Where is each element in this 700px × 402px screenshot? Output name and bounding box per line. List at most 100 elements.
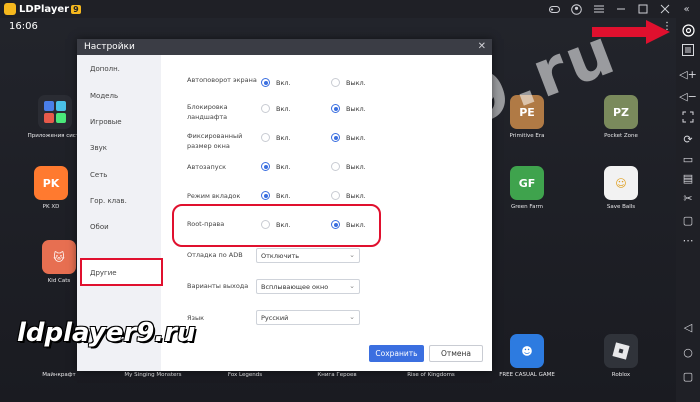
nav-item-wallpaper[interactable]: Обои	[90, 223, 109, 231]
adb-select[interactable]: Отключить ⌄	[256, 248, 360, 263]
radio-dot	[331, 220, 340, 229]
app-label: PK XD	[42, 204, 60, 210]
cancel-button[interactable]: Отмена	[429, 345, 483, 362]
app-free-casual-game[interactable]: ☻ FREE CASUAL GAME	[492, 334, 562, 378]
radio-landscape-on[interactable]: Вкл.	[261, 104, 291, 113]
account-icon[interactable]	[571, 3, 582, 15]
volume-down-icon[interactable]: ◁−	[679, 89, 697, 103]
ldplayer-logo-icon	[4, 3, 16, 15]
app-label: Rise of Kingdoms	[407, 372, 455, 378]
save-button[interactable]: Сохранить	[369, 345, 424, 362]
radio-label: Выкл.	[346, 78, 366, 87]
app-save-balls[interactable]: ☺ Save Balls	[586, 166, 656, 210]
radio-landscape-off[interactable]: Выкл.	[331, 104, 366, 113]
volume-up-icon[interactable]: ◁+	[679, 67, 697, 81]
language-value: Русский	[261, 313, 289, 322]
app-pk-xd[interactable]: PK PK XD	[16, 166, 86, 210]
radio-fixed-window-off[interactable]: Выкл.	[331, 133, 366, 142]
chevron-down-icon: ⌄	[349, 251, 355, 259]
app-label: Fox Legends	[227, 372, 263, 378]
free-casual-game-icon: ☻	[510, 334, 544, 368]
app-label: Save Balls	[606, 204, 636, 210]
radio-root-off[interactable]: Выкл.	[331, 220, 366, 229]
radio-tab-mode-on[interactable]: Вкл.	[261, 191, 291, 200]
radio-dot	[261, 220, 270, 229]
radio-autorotate-off[interactable]: Выкл.	[331, 78, 366, 87]
radio-dot	[331, 133, 340, 142]
recents-icon[interactable]: ▢	[681, 369, 695, 383]
status-clock: 16:06	[9, 21, 38, 32]
exit-options-select[interactable]: Всплывающее окно ⌄	[256, 279, 360, 294]
radio-tab-mode-off[interactable]: Выкл.	[331, 191, 366, 200]
nav-item-sound[interactable]: Звук	[90, 144, 107, 152]
dialog-header: Настройки ✕	[77, 39, 492, 55]
app-label: Майнкрафт	[42, 372, 76, 378]
kid-cats-icon: 🐱	[42, 240, 76, 274]
dialog-close-icon[interactable]: ✕	[478, 41, 486, 52]
nav-item-network[interactable]: Сеть	[90, 171, 107, 179]
radio-root-on[interactable]: Вкл.	[261, 220, 291, 229]
language-select[interactable]: Русский ⌄	[256, 310, 360, 325]
app-roblox[interactable]: Roblox	[586, 334, 656, 378]
app-pocket-zone[interactable]: PZ Pocket Zone	[586, 95, 656, 139]
app-label: Приложения систе	[27, 133, 83, 139]
right-toolbar: ◁+ ◁− ⟳ ▭ ▤ ✂ ▢ ⋯ ◁ ○ ▢	[676, 18, 700, 402]
chevron-down-icon: ⌄	[349, 313, 355, 321]
label-autorotate: Автоповорот экрана	[187, 76, 257, 84]
radio-dot	[261, 104, 270, 113]
app-label: My Singing Monsters	[124, 372, 182, 378]
radio-label: Вкл.	[276, 133, 291, 142]
screen-record-icon[interactable]: ▭	[681, 152, 695, 166]
radio-dot	[261, 78, 270, 87]
app-label: Roblox	[611, 372, 631, 378]
version-badge: 9	[71, 4, 81, 14]
label-tab-mode: Режим вкладок	[187, 192, 241, 200]
nav-item-hotkeys[interactable]: Гор. клав.	[90, 197, 127, 205]
minimize-icon[interactable]	[615, 4, 626, 15]
back-icon[interactable]: ◁	[681, 320, 695, 334]
radio-dot	[331, 104, 340, 113]
radio-fixed-window-on[interactable]: Вкл.	[261, 133, 291, 142]
apk-install-icon[interactable]: ▤	[681, 171, 695, 185]
settings-gear-icon[interactable]	[681, 23, 695, 37]
radio-dot	[261, 133, 270, 142]
app-label: Primitive Era	[509, 133, 545, 139]
label-fixed-window: Фиксированный размер окна	[187, 132, 243, 150]
radio-autostart-off[interactable]: Выкл.	[331, 162, 366, 171]
radio-label: Выкл.	[346, 104, 366, 113]
app-name: LDPlayer	[19, 3, 70, 15]
nav-item-other[interactable]: Другие	[90, 269, 117, 277]
fullscreen-icon[interactable]	[681, 110, 695, 124]
keyboard-mapping-icon[interactable]	[681, 43, 695, 57]
radio-label: Вкл.	[276, 162, 291, 171]
radio-label: Вкл.	[276, 78, 291, 87]
home-icon[interactable]: ○	[681, 345, 695, 359]
label-language: Язык	[187, 314, 205, 322]
radio-autostart-on[interactable]: Вкл.	[261, 162, 291, 171]
gamepad-icon[interactable]	[549, 4, 560, 15]
pk-xd-icon: PK	[34, 166, 68, 200]
nav-item-games[interactable]: Игровые	[90, 118, 122, 126]
adb-select-value: Отключить	[261, 251, 300, 260]
chevron-down-icon: ⌄	[349, 282, 355, 290]
app-label: Green Farm	[511, 204, 543, 210]
watermark-small: ldplayer9.ru	[17, 318, 196, 348]
rotate-icon[interactable]: ⟳	[681, 132, 695, 146]
cut-icon[interactable]: ✂	[681, 191, 695, 205]
maximize-icon[interactable]	[637, 4, 648, 15]
app-logo: LDPlayer 9	[4, 3, 81, 15]
app-grid-icon	[38, 95, 72, 129]
radio-autorotate-on[interactable]: Вкл.	[261, 78, 291, 87]
multi-window-icon[interactable]: ▢	[681, 213, 695, 227]
collapse-sidebar-icon[interactable]: «	[681, 4, 692, 15]
more-tools-icon[interactable]: ⋯	[681, 233, 695, 247]
nav-item-dopoln[interactable]: Дополн.	[90, 65, 120, 73]
nav-item-model[interactable]: Модель	[90, 92, 118, 100]
app-label: Kid Cats	[47, 278, 71, 284]
label-adb: Отладка по ADB	[187, 251, 243, 259]
menu-icon[interactable]	[593, 4, 604, 15]
roblox-icon	[604, 334, 638, 368]
app-green-farm[interactable]: GF Green Farm	[492, 166, 562, 210]
app-label: Книга Героев	[317, 372, 357, 378]
close-icon[interactable]	[659, 4, 670, 15]
